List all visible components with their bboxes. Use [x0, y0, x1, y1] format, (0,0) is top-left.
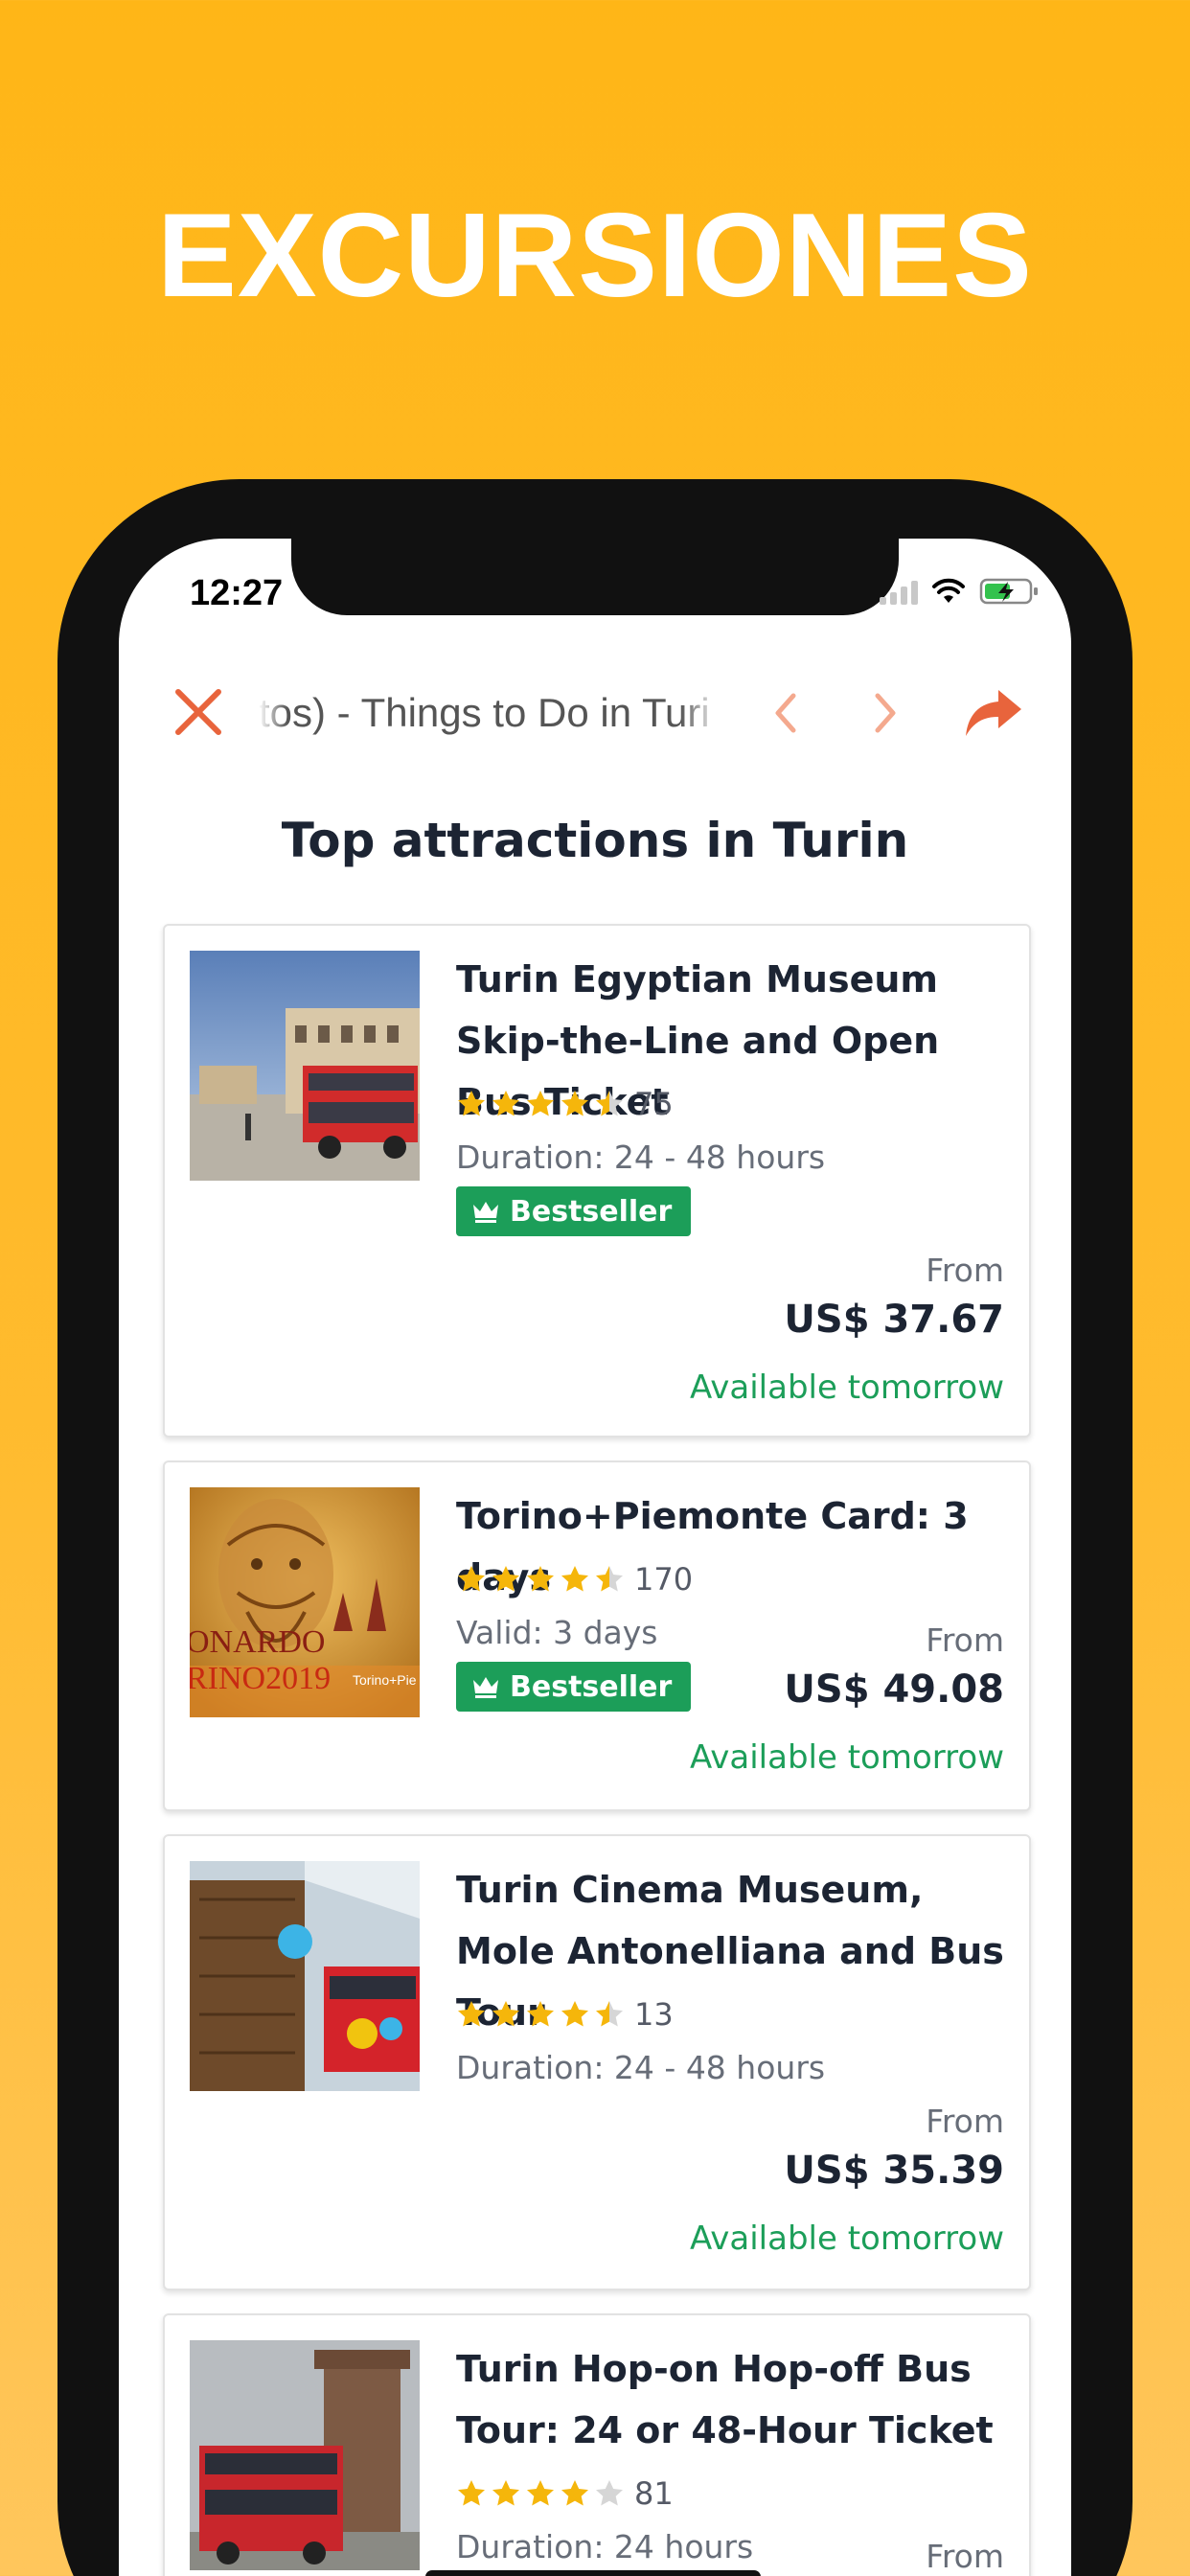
star-full-icon: [527, 2480, 554, 2506]
attraction-card[interactable]: Turin Hop-on Hop-off Bus Tour: 24 or 48-…: [163, 2313, 1031, 2576]
availability-text: Available tomorrow: [690, 1738, 1004, 1777]
attraction-card[interactable]: Turin Cinema Museum, Mole Antonelliana a…: [163, 1834, 1031, 2290]
image-text-line3: Torino+Pie: [353, 1672, 417, 1688]
from-label: From: [926, 2103, 1004, 2140]
star-half-icon: [596, 2001, 623, 2027]
star-full-icon: [458, 1566, 485, 1592]
crown-icon: [473, 1202, 498, 1223]
price: US$ 35.39: [784, 2149, 1004, 2193]
phone-screen: 12:27 tos) - Things to Do in Turi Top at…: [119, 539, 1071, 2576]
price: US$ 37.67: [784, 1298, 1004, 1342]
star-rating: [456, 1999, 625, 2030]
star-half-icon: [596, 1566, 623, 1592]
crown-icon: [473, 1677, 498, 1698]
star-full-icon: [492, 2001, 519, 2027]
review-count: 170: [634, 1561, 694, 1598]
rating: 75: [456, 1085, 674, 1123]
section-title: Top attractions in Turin: [281, 813, 909, 868]
forward-chevron-icon[interactable]: [866, 688, 904, 738]
from-label: From: [926, 1622, 1004, 1659]
image-text-line2: RINO2019: [190, 1661, 331, 1696]
star-full-icon: [561, 1091, 588, 1116]
star-full-icon: [527, 1566, 554, 1592]
status-time: 12:27: [190, 573, 284, 613]
duration-text: Duration: 24 - 48 hours: [456, 2049, 826, 2086]
review-count: 13: [634, 1996, 674, 2033]
badge-label: Bestseller: [510, 1669, 673, 1704]
rating: 81: [456, 2474, 674, 2513]
star-full-icon: [561, 2001, 588, 2027]
star-full-icon: [492, 2480, 519, 2506]
star-full-icon: [561, 1566, 588, 1592]
share-icon[interactable]: [962, 686, 1025, 740]
bestseller-badge: Bestseller: [456, 1662, 692, 1712]
star-full-icon: [561, 2480, 588, 2506]
star-full-icon: [527, 2001, 554, 2027]
from-label: From: [926, 1252, 1004, 1289]
attraction-card[interactable]: Turin Egyptian Museum Skip-the-Line and …: [163, 924, 1031, 1438]
back-chevron-icon[interactable]: [767, 688, 805, 738]
battery-charging-icon: [979, 578, 1038, 605]
promo-headline: EXCURSIONES: [157, 190, 1033, 322]
star-full-icon: [492, 1091, 519, 1116]
price: US$ 49.08: [784, 1668, 1004, 1712]
star-full-icon: [527, 1091, 554, 1116]
duration-text: Duration: 24 hours: [456, 2528, 754, 2565]
star-rating: [456, 1089, 625, 1119]
status-icons: [880, 577, 1039, 606]
star-half-icon: [596, 1091, 623, 1116]
star-full-icon: [458, 1091, 485, 1116]
bestseller-badge: Bestseller: [456, 1186, 692, 1236]
attraction-image: [190, 951, 420, 1181]
wifi-icon: [932, 578, 965, 603]
review-count: 81: [634, 2475, 674, 2512]
home-indicator: [425, 2570, 761, 2576]
validity-text: Valid: 3 days: [456, 1614, 658, 1651]
availability-text: Available tomorrow: [690, 1368, 1004, 1407]
rating: 13: [456, 1995, 674, 2034]
attraction-card[interactable]: ONARDO RINO2019 Torino+Pie Torino+Piemon…: [163, 1460, 1031, 1811]
close-icon[interactable]: [171, 684, 226, 740]
star-rating: [456, 1564, 625, 1595]
signal-icon: [880, 578, 918, 605]
availability-text: Available tomorrow: [690, 2220, 1004, 2258]
duration-text: Duration: 24 - 48 hours: [456, 1138, 826, 1176]
rating: 170: [456, 1560, 693, 1598]
attraction-title[interactable]: Turin Hop-on Hop-off Bus Tour: 24 or 48-…: [456, 2338, 1012, 2461]
attraction-image: [190, 2340, 420, 2570]
badge-label: Bestseller: [510, 1194, 673, 1229]
star-full-icon: [458, 2001, 485, 2027]
star-rating: [456, 2478, 625, 2509]
star-empty-icon: [596, 2480, 623, 2506]
image-text-line1: ONARDO: [190, 1624, 325, 1660]
from-label: From: [926, 2538, 1004, 2575]
page-title-marquee: tos) - Things to Do in Turi: [259, 690, 710, 735]
attraction-image: [190, 1861, 420, 2091]
attraction-image: ONARDO RINO2019 Torino+Pie: [190, 1487, 420, 1717]
star-full-icon: [492, 1566, 519, 1592]
phone-notch: [291, 539, 899, 615]
star-full-icon: [458, 2480, 485, 2506]
review-count: 75: [634, 1086, 674, 1122]
browser-toolbar: tos) - Things to Do in Turi: [119, 663, 1071, 759]
